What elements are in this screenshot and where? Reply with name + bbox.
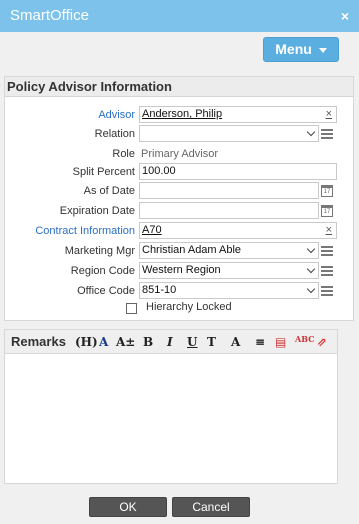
office-code-label: Office Code [77, 285, 135, 297]
expiration-date-input[interactable] [139, 202, 319, 219]
title-bar: SmartOffice × [0, 0, 359, 32]
calendar-icon[interactable]: 17 [321, 205, 333, 217]
ok-button[interactable]: OK [89, 497, 167, 517]
chevron-down-icon [306, 244, 316, 254]
highlight-icon[interactable]: A [231, 335, 240, 349]
italic-icon[interactable]: I [167, 335, 173, 349]
list-icon[interactable] [321, 246, 333, 258]
role-label: Role [112, 148, 135, 160]
relation-label: Relation [94, 128, 135, 140]
as-of-date-label: As of Date [83, 185, 135, 197]
advisor-field[interactable]: Anderson, Philip × [139, 106, 337, 123]
marketing-mgr-label: Marketing Mgr [64, 245, 135, 257]
region-code-label: Region Code [70, 265, 135, 277]
relation-row: Relation [5, 125, 353, 143]
remarks-label: Remarks [11, 334, 66, 349]
advisor-row: Advisor Anderson, Philip × [5, 106, 353, 124]
calendar-icon[interactable]: 17 [321, 185, 333, 197]
clear-icon[interactable]: × [326, 223, 332, 238]
section-title: Policy Advisor Information [5, 77, 353, 97]
policy-advisor-section: Policy Advisor Information Advisor Ander… [4, 76, 354, 321]
contract-information-row: Contract Information A70 × [5, 222, 353, 240]
menu-label: Menu [275, 41, 312, 57]
window-title: SmartOffice [10, 7, 89, 24]
contract-information-field[interactable]: A70 × [139, 222, 337, 239]
caret-down-icon [318, 47, 327, 53]
clear-icon[interactable]: × [326, 107, 332, 122]
region-code-row: Region Code Western Region [5, 262, 353, 280]
region-code-value: Western Region [142, 264, 221, 276]
expiration-date-row: Expiration Date 17 [5, 202, 353, 220]
role-value: Primary Advisor [141, 148, 219, 160]
remarks-panel: Remarks (H) A A± B I U T A ≡ ▤ ABC ⇗ [4, 329, 338, 484]
split-percent-input[interactable]: 100.00 [139, 163, 337, 180]
advisor-label[interactable]: Advisor [5, 106, 135, 124]
font-size-icon[interactable]: A± [116, 335, 135, 349]
marketing-mgr-row: Marketing Mgr Christian Adam Able [5, 242, 353, 260]
office-code-row: Office Code 851-10 [5, 282, 353, 300]
office-code-value: 851-10 [142, 284, 177, 296]
list-icon[interactable] [321, 266, 333, 278]
chevron-down-icon [306, 264, 316, 274]
remarks-toolbar: Remarks (H) A A± B I U T A ≡ ▤ ABC ⇗ [5, 330, 337, 354]
clear-format-icon[interactable]: ▤ [275, 335, 286, 349]
contract-information-label[interactable]: Contract Information [5, 222, 135, 240]
chevron-down-icon [306, 284, 316, 294]
chevron-down-icon [306, 127, 316, 137]
relation-select[interactable] [139, 125, 319, 142]
underline-icon[interactable]: U [187, 335, 197, 349]
close-icon[interactable]: × [341, 8, 349, 24]
list-icon[interactable] [321, 286, 333, 298]
as-of-date-input[interactable] [139, 182, 319, 199]
role-row: Role Primary Advisor [5, 145, 353, 163]
office-code-select[interactable]: 851-10 [139, 282, 319, 299]
split-percent-label: Split Percent [72, 166, 135, 178]
bold-icon[interactable]: B [143, 335, 153, 349]
font-color-icon[interactable]: A [99, 335, 108, 349]
expand-icon[interactable]: ⇗ [317, 335, 327, 349]
spellcheck-icon[interactable]: ABC [295, 334, 314, 344]
list-icon[interactable] [321, 129, 333, 141]
as-of-date-row: As of Date 17 [5, 182, 353, 200]
region-code-select[interactable]: Western Region [139, 262, 319, 279]
marketing-mgr-value: Christian Adam Able [142, 244, 242, 256]
advisor-value: Anderson, Philip [142, 108, 223, 120]
cancel-button[interactable]: Cancel [172, 497, 250, 517]
hierarchy-locked-checkbox[interactable] [126, 303, 137, 314]
split-percent-row: Split Percent 100.00 [5, 163, 353, 181]
expiration-date-label: Expiration Date [59, 205, 135, 217]
hierarchy-locked-label: Hierarchy Locked [146, 301, 232, 313]
heading-icon[interactable]: (H) [75, 335, 98, 349]
marketing-mgr-select[interactable]: Christian Adam Able [139, 242, 319, 259]
menu-button[interactable]: Menu [263, 37, 339, 62]
text-color-icon[interactable]: T [207, 335, 216, 349]
contract-information-value: A70 [142, 224, 162, 236]
split-percent-value: 100.00 [142, 165, 176, 177]
remarks-textarea[interactable] [5, 355, 337, 483]
insert-document-icon[interactable]: ≡ [255, 335, 265, 349]
